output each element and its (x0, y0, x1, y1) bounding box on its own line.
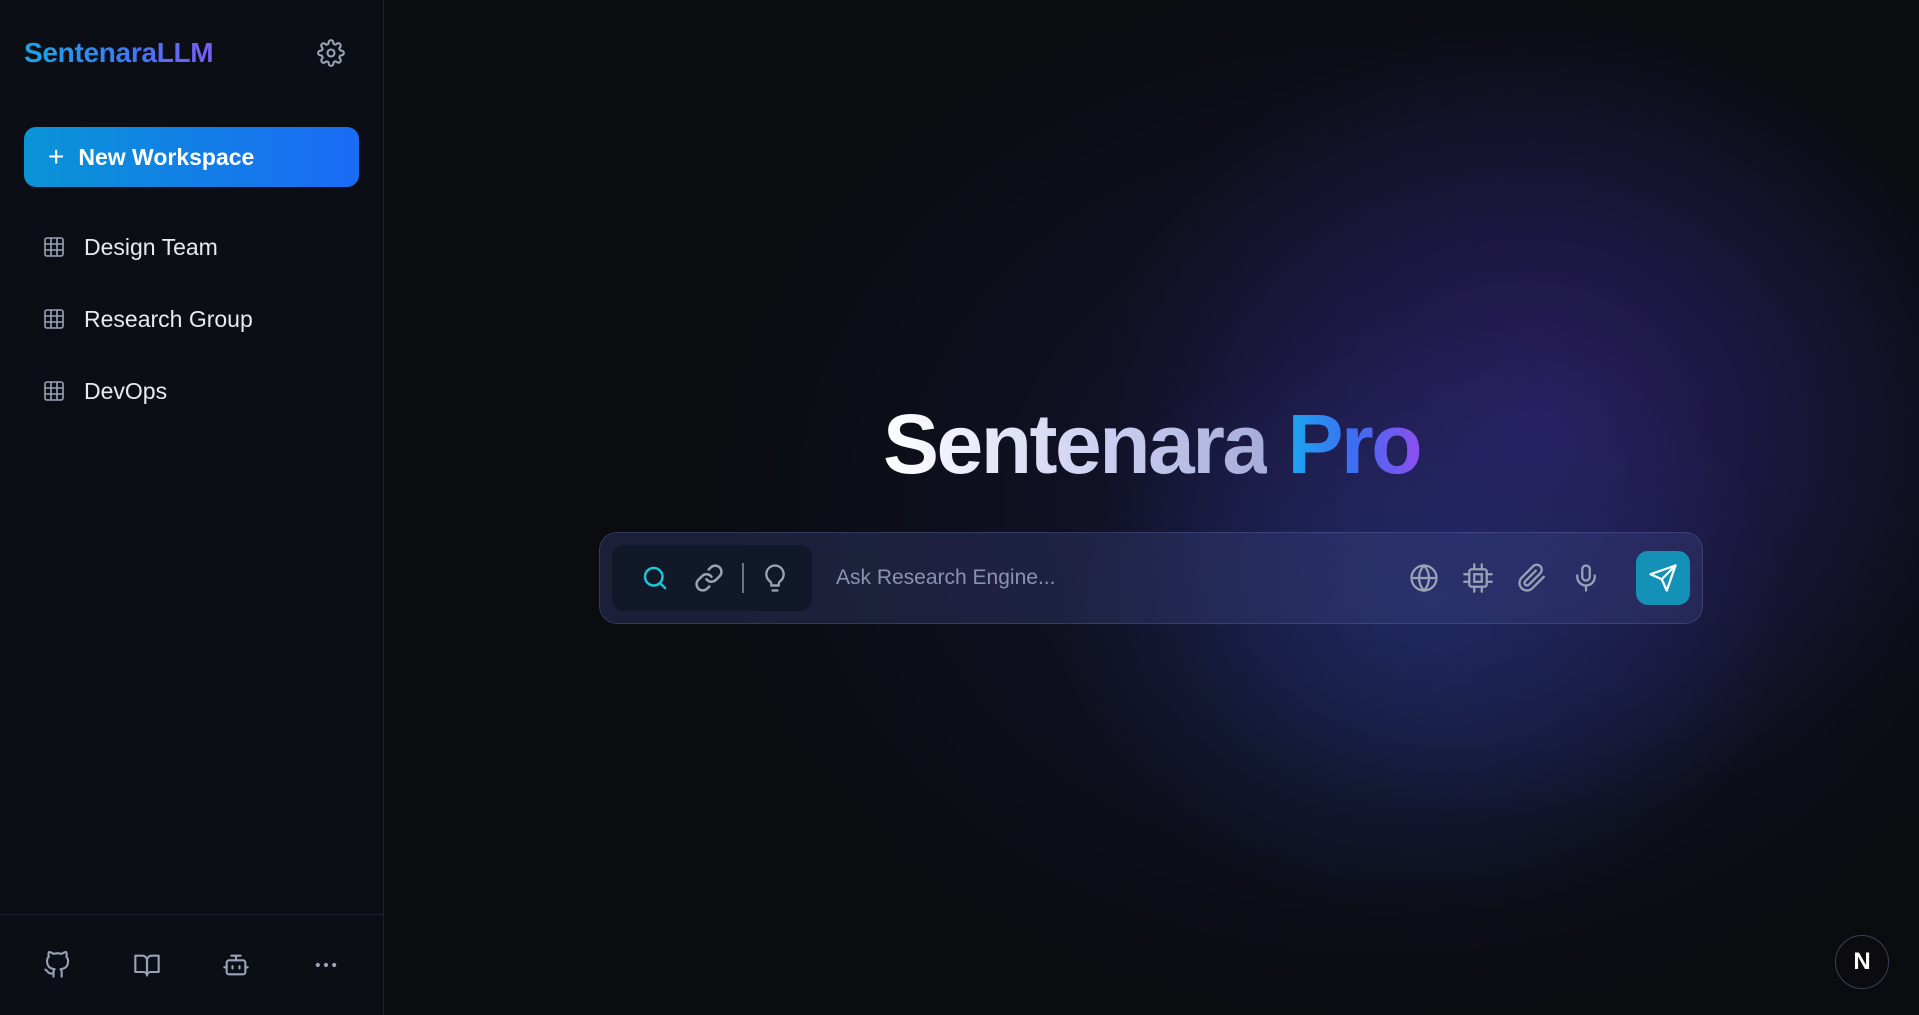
workspace-item-design-team[interactable]: Design Team (0, 211, 383, 283)
workspace-item-devops[interactable]: DevOps (0, 355, 383, 427)
lightbulb-icon (765, 564, 785, 592)
grid-icon (44, 381, 64, 401)
attach-button[interactable] (1512, 558, 1552, 598)
link-mode-button[interactable] (690, 559, 728, 597)
voice-input-button[interactable] (1566, 558, 1606, 598)
more-icon (315, 962, 337, 968)
search-icon (643, 566, 667, 590)
hero-title-accent: Pro (1287, 397, 1423, 491)
gear-icon (317, 39, 345, 67)
globe-icon (1410, 563, 1438, 593)
search-mode-group (612, 545, 812, 611)
github-button[interactable] (35, 943, 79, 987)
paperclip-icon (1518, 563, 1545, 592)
link-icon (695, 564, 723, 592)
settings-button[interactable] (315, 37, 347, 69)
search-bar (599, 532, 1703, 624)
workspace-item-research-group[interactable]: Research Group (0, 283, 383, 355)
workspace-list: Design Team Research Group DevOps (0, 211, 383, 427)
framework-badge[interactable]: N (1835, 935, 1889, 989)
workspace-label: DevOps (84, 377, 168, 404)
brand-logo[interactable]: SentenaraLLM (24, 37, 214, 69)
bot-icon (223, 954, 250, 976)
workspace-label: Design Team (84, 233, 218, 260)
main-area: Sentenara Pro Ask Research Engine... N (384, 0, 1919, 1015)
agent-button[interactable] (214, 943, 258, 987)
hero-title-main: Sentenara (882, 397, 1269, 491)
plus-icon: + (48, 141, 65, 172)
mode-divider (742, 563, 744, 593)
book-icon (133, 954, 160, 977)
web-search-button[interactable] (1404, 558, 1444, 598)
idea-mode-button[interactable] (756, 559, 794, 597)
new-workspace-button[interactable]: + New Workspace (24, 127, 359, 187)
app-root: SentenaraLLM + New Workspace Design Team… (0, 0, 1919, 1015)
send-icon (1649, 564, 1677, 592)
brand-row: SentenaraLLM (0, 0, 383, 106)
grid-icon (44, 309, 64, 329)
model-select-button[interactable] (1458, 558, 1498, 598)
github-icon (44, 951, 70, 978)
sidebar: SentenaraLLM + New Workspace Design Team… (0, 0, 384, 1015)
hero-title: Sentenara Pro (384, 398, 1919, 490)
grid-icon (44, 237, 64, 257)
docs-button[interactable] (125, 943, 169, 987)
search-mode-button[interactable] (636, 559, 674, 597)
microphone-icon (1576, 564, 1596, 592)
send-button[interactable] (1636, 551, 1690, 605)
cpu-icon (1463, 563, 1493, 593)
sidebar-footer (0, 914, 383, 1015)
search-input[interactable] (812, 553, 1390, 603)
workspace-label: Research Group (84, 305, 253, 332)
new-workspace-label: New Workspace (78, 143, 255, 170)
more-button[interactable] (304, 943, 348, 987)
